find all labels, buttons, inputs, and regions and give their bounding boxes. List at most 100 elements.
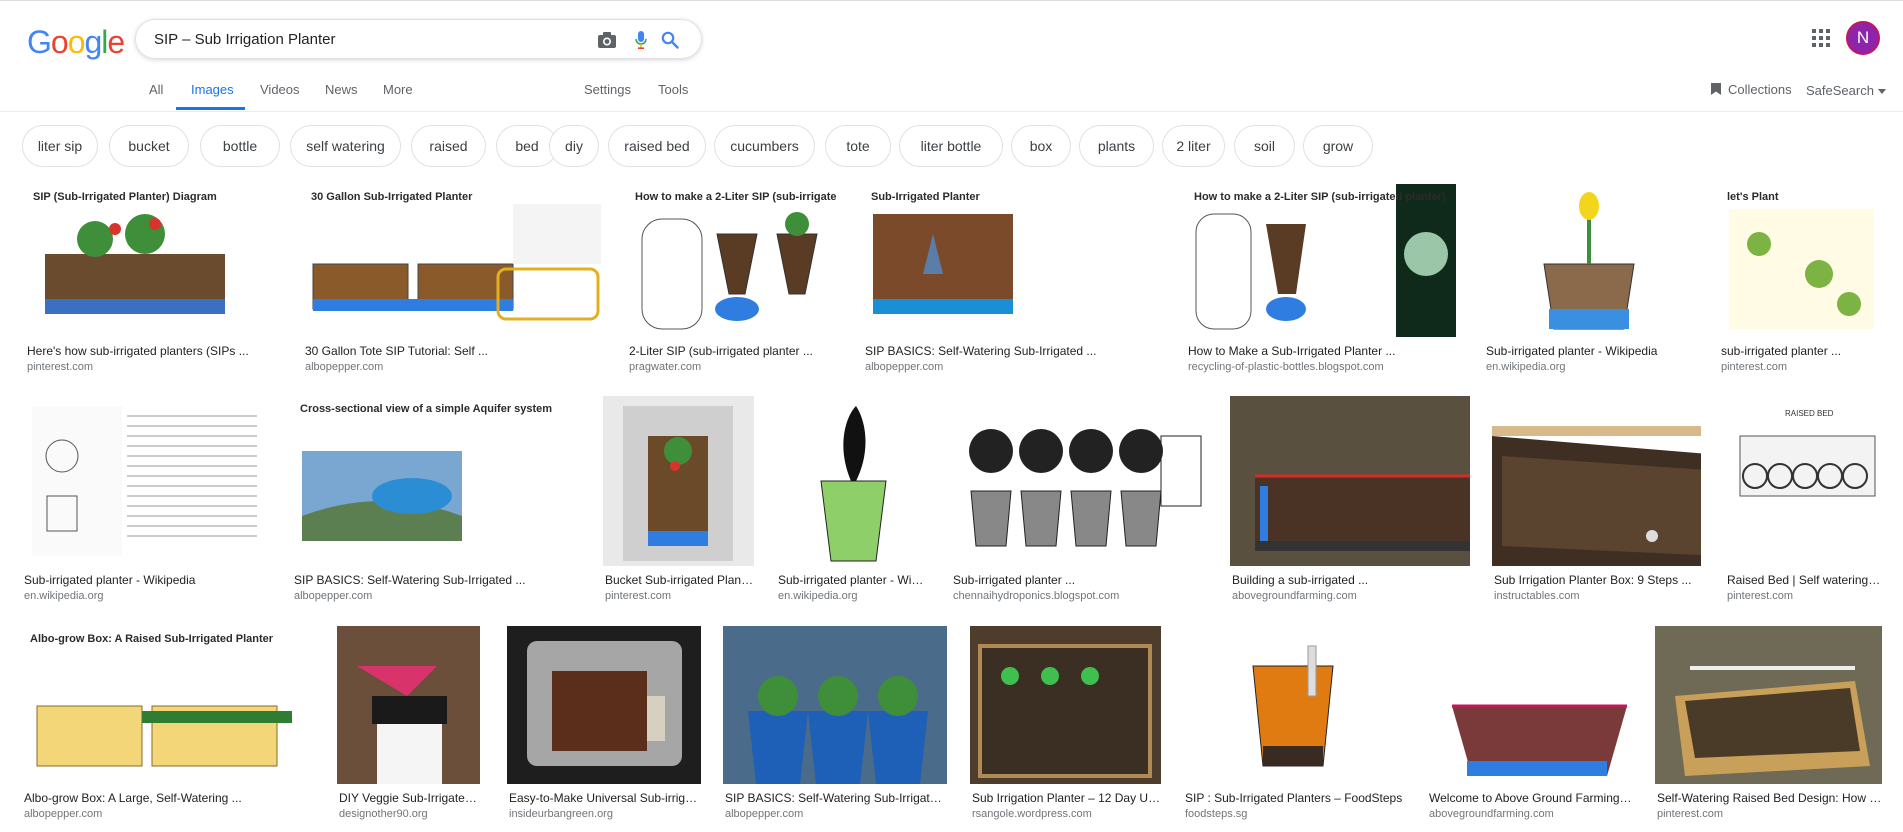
chip[interactable]: diy	[549, 125, 599, 167]
chip[interactable]: bottle	[200, 125, 280, 167]
image-result[interactable]: Sub-irrigated planter - Wikipedia en.wiki…	[1484, 184, 1697, 385]
tab-news[interactable]: News	[325, 82, 358, 97]
microphone-icon[interactable]	[630, 29, 652, 51]
result-thumbnail[interactable]	[22, 396, 268, 566]
image-result[interactable]: Welcome to Above Ground Farming - ... abo…	[1427, 626, 1632, 832]
result-title[interactable]: Albo-grow Box: A Large, Self-Watering ..…	[24, 791, 310, 805]
result-thumbnail[interactable]	[776, 396, 928, 566]
result-source[interactable]: pinterest.com	[1657, 808, 1882, 820]
result-title[interactable]: Sub-irrigated planter - Wikipedia	[24, 573, 268, 587]
result-title[interactable]: Welcome to Above Ground Farming - ...	[1429, 791, 1632, 805]
image-result[interactable]: Sub Irrigation Planter – 12 Day Up... rsa…	[970, 626, 1161, 832]
image-result[interactable]: How to make a 2-Liter SIP (sub-irrigated…	[1186, 184, 1456, 385]
result-thumbnail[interactable]: RAISED BED	[1725, 396, 1881, 566]
image-result[interactable]: DIY Veggie Sub-Irrigated P... designother…	[337, 626, 480, 832]
result-thumbnail[interactable]	[970, 626, 1161, 784]
result-title[interactable]: Easy-to-Make Universal Sub-irrigati...	[509, 791, 701, 805]
result-source[interactable]: albopepper.com	[294, 590, 579, 602]
image-result[interactable]: 30 Gallon Sub-Irrigated Planter 30 Gallon…	[303, 184, 608, 385]
image-result[interactable]: How to make a 2-Liter SIP (sub-irrigated…	[627, 184, 836, 385]
result-source[interactable]: chennaihydroponics.blogspot.com	[953, 590, 1206, 602]
result-source[interactable]: albopepper.com	[865, 361, 1163, 373]
result-thumbnail[interactable]	[1492, 396, 1701, 566]
result-source[interactable]: insideurbangreen.org	[509, 808, 701, 820]
result-source[interactable]: pinterest.com	[605, 590, 754, 602]
result-thumbnail[interactable]	[1484, 184, 1697, 337]
result-title[interactable]: Raised Bed | Self watering ...	[1727, 573, 1881, 587]
image-result[interactable]: SIP : Sub-Irrigated Planters – FoodSteps…	[1183, 626, 1404, 832]
result-title[interactable]: How to Make a Sub-Irrigated Planter ...	[1188, 344, 1456, 358]
result-source[interactable]: pragwater.com	[629, 361, 836, 373]
result-source[interactable]: designother90.org	[339, 808, 480, 820]
result-title[interactable]: Sub-irrigated planter - Wiki...	[778, 573, 928, 587]
image-result[interactable]: Bucket Sub-irrigated Plant... pinterest.c…	[603, 396, 754, 614]
result-source[interactable]: pinterest.com	[27, 361, 277, 373]
result-source[interactable]: albopepper.com	[725, 808, 947, 820]
chip[interactable]: box	[1011, 125, 1071, 167]
result-thumbnail[interactable]: SIP (Sub-Irrigated Planter) Diagram	[25, 184, 277, 337]
safesearch-menu[interactable]: SafeSearch	[1806, 82, 1886, 98]
chip[interactable]: cucumbers	[714, 125, 815, 167]
result-source[interactable]: pinterest.com	[1721, 361, 1884, 373]
tab-all[interactable]: All	[149, 82, 163, 97]
image-result[interactable]: Easy-to-Make Universal Sub-irrigati... in…	[507, 626, 701, 832]
tab-images[interactable]: Images	[191, 82, 234, 97]
result-source[interactable]: albopepper.com	[305, 361, 608, 373]
google-logo[interactable]: Google	[27, 24, 125, 61]
search-icon[interactable]	[659, 29, 681, 51]
image-result[interactable]: SIP (Sub-Irrigated Planter) Diagram Here'…	[25, 184, 277, 385]
result-title[interactable]: DIY Veggie Sub-Irrigated P...	[339, 791, 480, 805]
collections-link[interactable]: Collections	[1710, 82, 1792, 99]
result-title[interactable]: sub-irrigated planter ...	[1721, 344, 1884, 358]
result-thumbnail[interactable]	[507, 626, 701, 784]
result-source[interactable]: abovegroundfarming.com	[1429, 808, 1632, 820]
result-source[interactable]: en.wikipedia.org	[778, 590, 928, 602]
result-thumbnail[interactable]	[1427, 626, 1632, 784]
result-source[interactable]: pinterest.com	[1727, 590, 1881, 602]
result-title[interactable]: Here's how sub-irrigated planters (SIPs …	[27, 344, 277, 358]
result-title[interactable]: 2-Liter SIP (sub-irrigated planter ...	[629, 344, 836, 358]
chip[interactable]: raised	[411, 125, 486, 167]
result-source[interactable]: instructables.com	[1494, 590, 1701, 602]
result-thumbnail[interactable]	[1230, 396, 1470, 566]
chip[interactable]: liter sip	[22, 125, 98, 167]
image-result[interactable]: let's Plant sub-irrigated planter ... pint…	[1719, 184, 1884, 385]
search-box[interactable]	[135, 19, 702, 59]
result-thumbnail[interactable]: let's Plant	[1719, 184, 1884, 337]
image-result[interactable]: Sub-Irrigated Planter SIP BASICS: Self-Wa…	[863, 184, 1163, 385]
image-result[interactable]: Cross-sectional view of a simple Aquifer…	[292, 396, 579, 614]
chip[interactable]: raised bed	[608, 125, 706, 167]
result-thumbnail[interactable]: How to make a 2-Liter SIP (sub-irrigated…	[1186, 184, 1456, 337]
result-title[interactable]: SIP BASICS: Self-Watering Sub-Irrigated …	[865, 344, 1163, 358]
camera-icon[interactable]	[596, 29, 618, 51]
result-thumbnail[interactable]	[337, 626, 480, 784]
chip[interactable]: 2 liter	[1162, 125, 1225, 167]
result-title[interactable]: Bucket Sub-irrigated Plant...	[605, 573, 754, 587]
result-thumbnail[interactable]	[603, 396, 754, 566]
search-input[interactable]	[154, 20, 584, 58]
result-thumbnail[interactable]: Albo-grow Box: A Raised Sub-Irrigated Pl…	[22, 626, 310, 784]
result-title[interactable]: Sub-irrigated planter - Wikipedia	[1486, 344, 1697, 358]
chip[interactable]: tote	[825, 125, 891, 167]
image-result[interactable]: Building a sub-irrigated ... abovegroundf…	[1230, 396, 1470, 614]
image-result[interactable]: Sub-irrigated planter ... chennaihydropon…	[951, 396, 1206, 614]
result-title[interactable]: SIP BASICS: Self-Watering Sub-Irrigated …	[294, 573, 579, 587]
result-thumbnail[interactable]: Sub-Irrigated Planter	[863, 184, 1163, 337]
result-title[interactable]: 30 Gallon Tote SIP Tutorial: Self ...	[305, 344, 608, 358]
avatar[interactable]: N	[1846, 21, 1880, 55]
tab-settings[interactable]: Settings	[584, 82, 631, 97]
chip[interactable]: soil	[1234, 125, 1295, 167]
result-title[interactable]: SIP : Sub-Irrigated Planters – FoodSteps	[1185, 791, 1404, 805]
image-result[interactable]: RAISED BED Raised Bed | Self watering ...…	[1725, 396, 1881, 614]
result-source[interactable]: en.wikipedia.org	[24, 590, 268, 602]
result-title[interactable]: Sub-irrigated planter ...	[953, 573, 1206, 587]
tab-more[interactable]: More	[383, 82, 413, 97]
tab-tools[interactable]: Tools	[658, 82, 688, 97]
result-source[interactable]: recycling-of-plastic-bottles.blogspot.co…	[1188, 361, 1456, 373]
result-title[interactable]: Sub Irrigation Planter Box: 9 Steps ...	[1494, 573, 1701, 587]
tab-videos[interactable]: Videos	[260, 82, 300, 97]
result-source[interactable]: albopepper.com	[24, 808, 310, 820]
chip[interactable]: self watering	[290, 125, 401, 167]
result-thumbnail[interactable]	[951, 396, 1206, 566]
result-source[interactable]: foodsteps.sg	[1185, 808, 1404, 820]
